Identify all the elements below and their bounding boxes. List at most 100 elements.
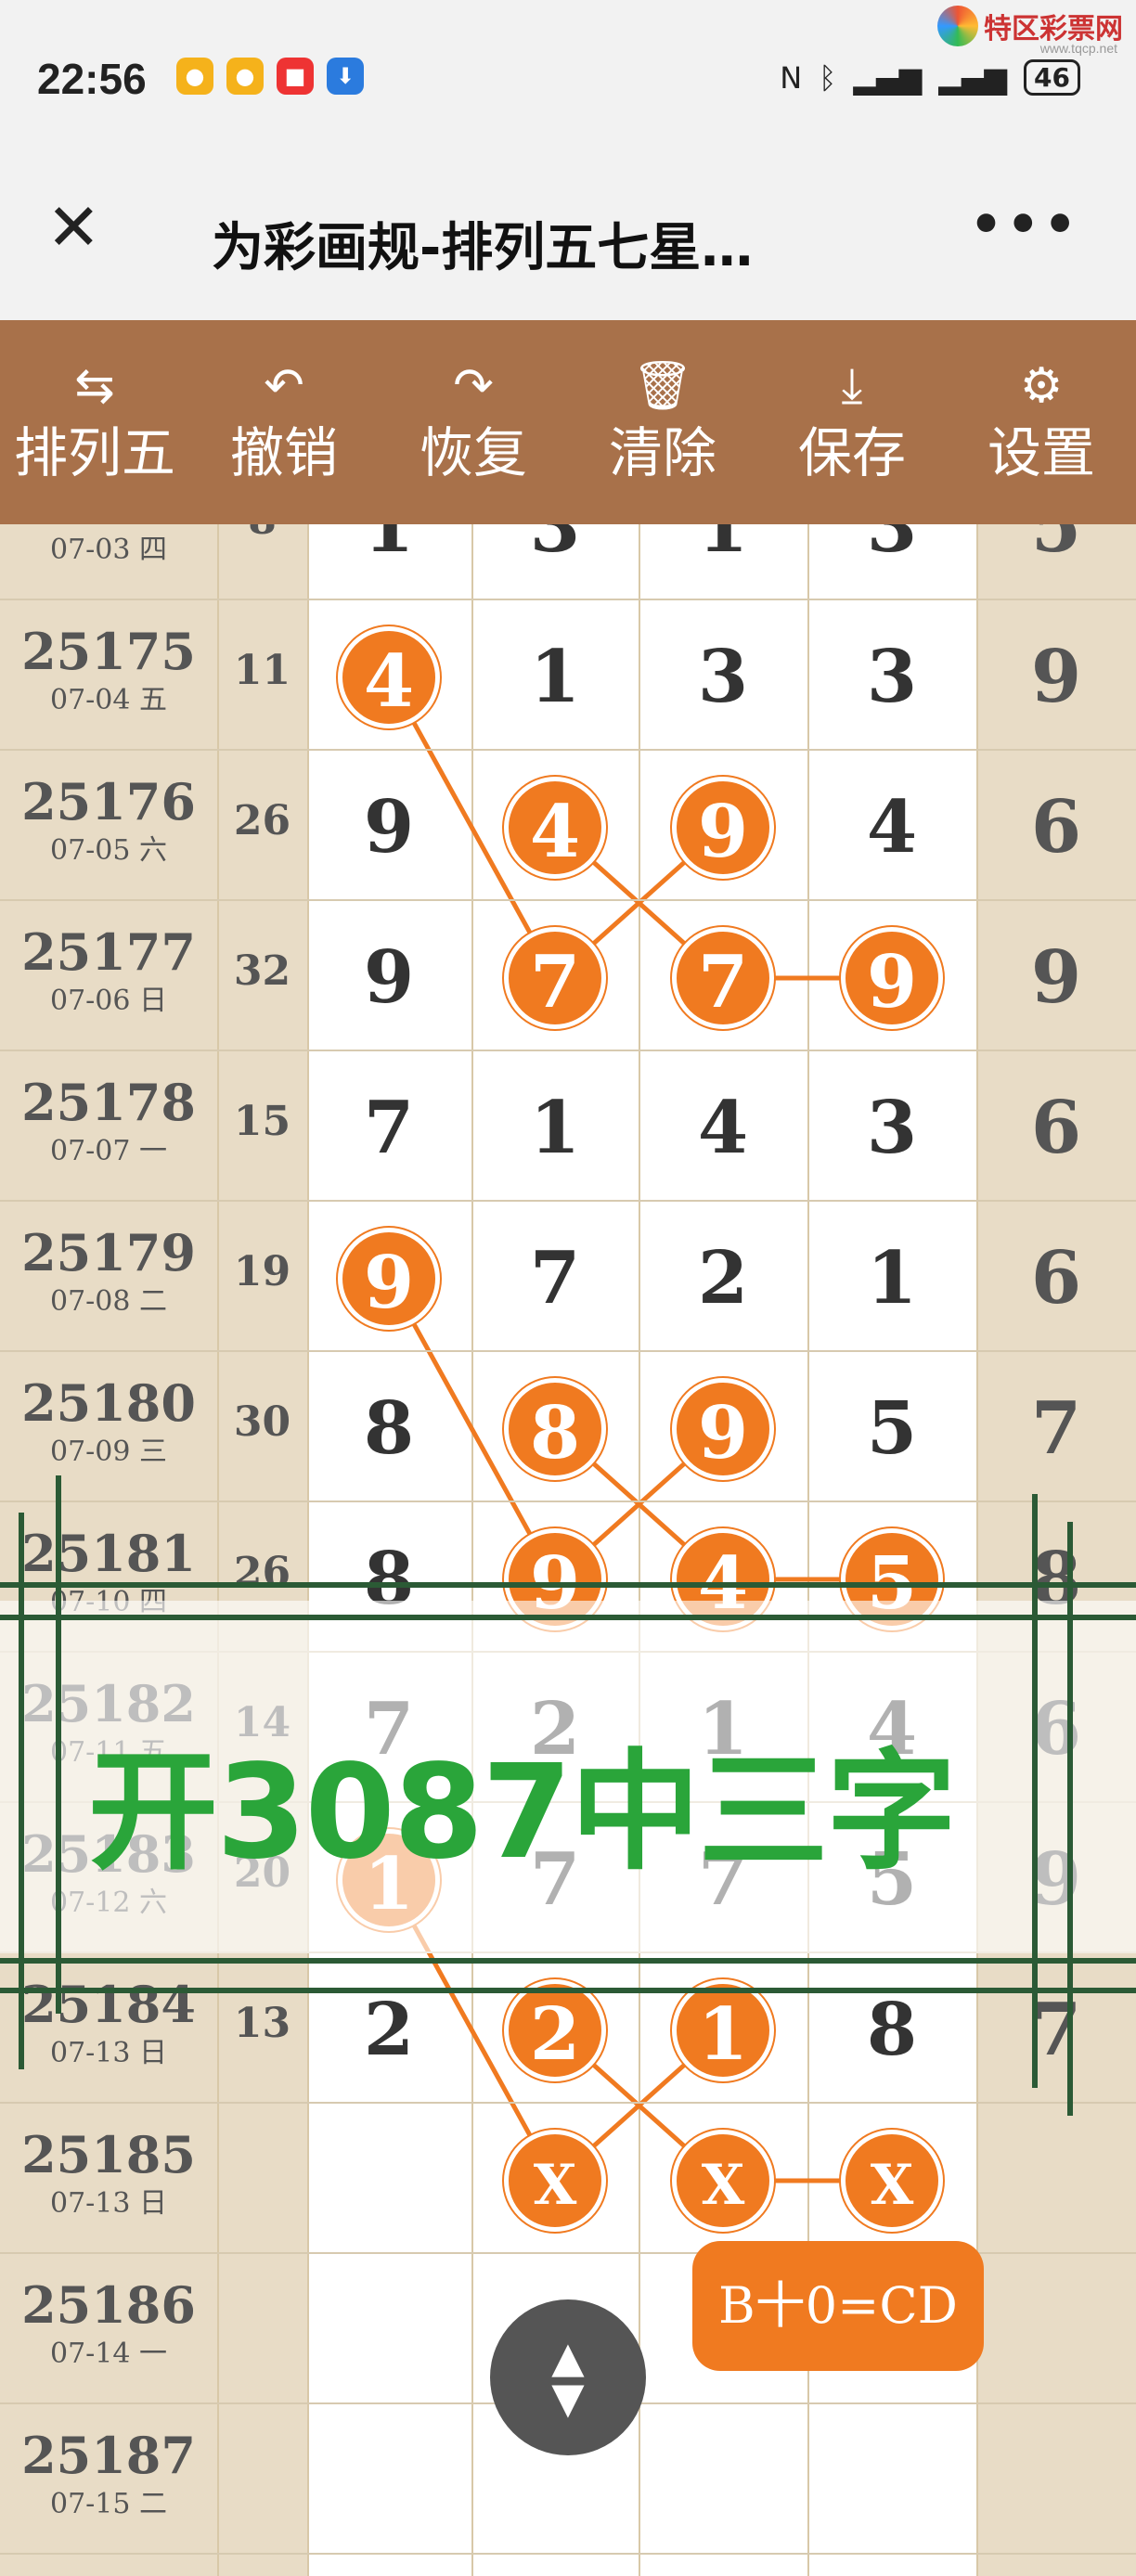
sum-value: 19 [233,1248,291,1295]
prediction-banner: 开3087中三字 [88,1737,957,1888]
toolbar-button-0[interactable]: ⇆ 排列五 [0,320,189,524]
digit-cell[interactable]: 3 [841,524,943,578]
digit-cell[interactable]: 8 [841,1979,943,2081]
issue-date: 07-07 一 [49,1135,168,1167]
toolbar-button-1[interactable]: ↶ 撤销 [189,320,379,524]
close-icon[interactable]: ✕ [46,195,101,260]
sum-value: 8 [217,524,307,544]
digit-cell[interactable]: X [841,2130,943,2232]
digit-cell[interactable]: 1 [841,1228,943,1330]
digit-cell[interactable]: 2 [338,1979,440,2081]
digit-cell[interactable]: 3 [841,1077,943,1179]
digit-cell[interactable] [841,2430,943,2532]
issue-date: 07-04 五 [49,684,168,716]
digit-cell[interactable]: 9 [672,1378,774,1480]
digit-cell[interactable]: 6 [1005,1228,1107,1330]
digit-cell[interactable]: 4 [504,777,606,879]
digit-cell[interactable] [1005,2130,1107,2232]
digit-cell[interactable]: 9 [672,777,774,879]
toolbar-button-4[interactable]: ⤓ 保存 [757,320,947,524]
digit-cell[interactable]: 5 [841,1378,943,1480]
issue-cell: 25186 07-14 一 [0,2274,217,2373]
digit-cell[interactable]: 9 [338,777,440,879]
frame-line [0,1582,1136,1588]
issue-cell: 25174 07-03 四 [0,524,217,569]
issue-cell: 25178 07-07 一 [0,1072,217,1170]
weibo-icon: ● [176,58,213,95]
issue-date: 07-13 日 [49,2187,168,2220]
digit-cell[interactable] [338,2280,440,2382]
digit-cell[interactable]: 9 [841,927,943,1029]
digit-cell[interactable]: 5 [1005,524,1107,578]
digit-cell[interactable] [1005,2430,1107,2532]
issue-date: 07-09 三 [49,1436,168,1468]
digit-cell[interactable]: 1 [672,524,774,578]
toolbar-label: 保存 [797,421,906,484]
digit-cell[interactable]: 7 [672,927,774,1029]
signal-icon: ▂▄▆ [938,59,1008,96]
digit-cell[interactable]: 7 [1005,1378,1107,1480]
frame-line [0,1615,1136,1620]
draw-row: 25185 07-13 日XXX [0,2104,1136,2254]
digit-cell[interactable] [672,2430,774,2532]
digit-cell[interactable]: 1 [504,626,606,728]
issue-date: 07-05 六 [49,834,168,867]
scroll-updown-icon[interactable]: ▲ ▼ [490,2299,646,2455]
toolbar-button-3[interactable]: 🗑 清除 [568,320,757,524]
issue-date: 07-03 四 [49,534,168,566]
digit-cell[interactable]: X [504,2130,606,2232]
digit-cell[interactable]: 8 [504,1378,606,1480]
digit-cell[interactable]: 7 [338,1077,440,1179]
gear-icon: ⚙ [1019,358,1064,414]
toolbar-button-5[interactable]: ⚙ 设置 [947,320,1136,524]
digit-cell[interactable]: 9 [1005,626,1107,728]
bluetooth-icon: ᛒ [819,59,837,96]
toolbar-label: 排列五 [13,421,175,484]
digit-cell[interactable]: 3 [504,524,606,578]
digit-cell[interactable]: 8 [338,1378,440,1480]
site-logo-icon [937,6,978,46]
digit-cell[interactable]: 4 [841,777,943,879]
digit-cell[interactable]: 6 [1005,777,1107,879]
digit-cell[interactable]: X [672,2130,774,2232]
formula-badge[interactable]: B十0=CD [692,2241,984,2371]
page-title: 为彩画规-排列五七星… [212,218,754,278]
more-icon[interactable]: ••• [970,195,1080,255]
issue-number: 25174 [0,524,217,532]
draw-row: 25184 07-13 日 13 2 2 1 8 7 [0,1953,1136,2104]
digit-cell[interactable]: 9 [338,927,440,1029]
digit-cell[interactable]: 4 [672,1077,774,1179]
battery-icon: 46 [1024,59,1080,96]
notification-icons: ● ● ■ ⬇ [176,58,364,95]
digit-cell[interactable] [338,2430,440,2532]
digit-cell[interactable] [1005,2280,1107,2382]
issue-cell: 25175 07-04 五 [0,621,217,719]
issue-number: 25187 [21,2426,196,2485]
issue-number: 25179 [21,1223,196,1282]
digit-cell[interactable] [338,2130,440,2232]
digit-cell[interactable]: 7 [504,1228,606,1330]
digit-cell[interactable]: 2 [504,1979,606,2081]
frame-line [19,1513,24,2069]
digit-cell[interactable]: 3 [841,626,943,728]
digit-cell[interactable]: 6 [1005,1077,1107,1179]
draw-row: 25180 07-09 三 30 8 8 9 5 7 [0,1352,1136,1502]
digit-cell[interactable]: 7 [504,927,606,1029]
digit-cell[interactable]: 3 [672,626,774,728]
sum-value: 30 [233,1398,291,1446]
issue-number: 25184 [21,1975,196,2034]
digit-cell[interactable]: 1 [338,524,440,578]
app-icon: ⬇ [327,58,364,95]
sum-value: 11 [233,647,291,694]
sum-value: 26 [233,797,291,844]
frame-line [1067,1522,1073,2116]
digit-cell[interactable]: 9 [338,1228,440,1330]
toolbar-button-2[interactable]: ↷ 恢复 [379,320,568,524]
issue-number: 25177 [21,922,196,982]
digit-cell[interactable]: 9 [1005,927,1107,1029]
digit-cell[interactable]: 4 [338,626,440,728]
digit-cell[interactable]: 1 [504,1077,606,1179]
digit-cell[interactable]: 2 [672,1228,774,1330]
digit-cell[interactable]: 1 [672,1979,774,2081]
digit-cell[interactable]: 7 [1005,1979,1107,2081]
